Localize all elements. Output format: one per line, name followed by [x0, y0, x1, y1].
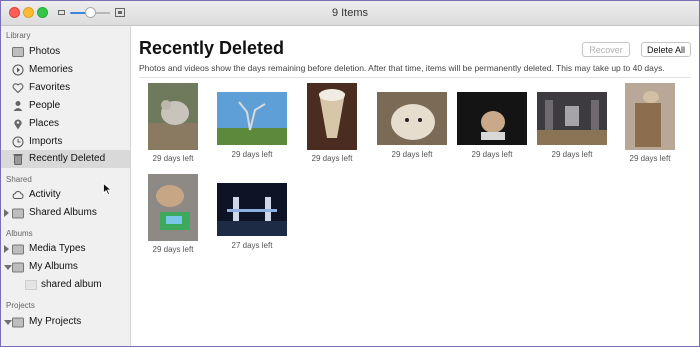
- photo-thumbnail[interactable]: [625, 83, 675, 150]
- folder-icon: [12, 208, 24, 219]
- sidebar-item-photos[interactable]: Photos: [1, 43, 130, 61]
- folder-icon: [12, 244, 24, 255]
- sidebar-item-label: Recently Deleted: [29, 153, 106, 164]
- days-left-label: 29 days left: [551, 150, 593, 159]
- sidebar-item-label: Media Types: [29, 243, 86, 254]
- sidebar-item-label: Shared Albums: [29, 207, 97, 218]
- trash-icon: [13, 154, 23, 165]
- description-text: Photos and videos show the days remainin…: [139, 63, 665, 73]
- folder-icon: [12, 262, 24, 273]
- photo-thumbnail[interactable]: [537, 92, 607, 145]
- disclosure-triangle-icon[interactable]: [4, 209, 9, 217]
- sidebar-item-shared-album[interactable]: shared album: [1, 276, 130, 294]
- sidebar-item-my-albums[interactable]: My Albums: [1, 258, 130, 276]
- photo-thumbnail[interactable]: [457, 92, 527, 145]
- recover-button[interactable]: Recover: [582, 42, 630, 57]
- section-projects: Projects: [6, 301, 35, 310]
- sidebar-item-media-types[interactable]: Media Types: [1, 240, 130, 258]
- sidebar-item-my-projects[interactable]: My Projects: [1, 313, 130, 331]
- sidebar: Library Photos Memories Favorites People…: [1, 26, 131, 346]
- photos-icon: [12, 47, 24, 57]
- photos-window: 9 Items Library Photos Memories Favorite…: [0, 0, 700, 347]
- disclosure-triangle-icon[interactable]: [4, 245, 9, 253]
- folder-icon: [12, 317, 24, 328]
- sidebar-item-memories[interactable]: Memories: [1, 61, 130, 79]
- pin-icon: [14, 119, 22, 130]
- section-library: Library: [6, 31, 31, 40]
- days-left-label: 29 days left: [629, 154, 671, 163]
- days-left-label: 29 days left: [152, 245, 194, 254]
- disclosure-triangle-icon[interactable]: [4, 320, 12, 325]
- photo-thumbnail[interactable]: [217, 92, 287, 145]
- window-title: 9 Items: [331, 7, 369, 19]
- sidebar-item-label: Places: [29, 118, 60, 129]
- photo-thumbnail[interactable]: [148, 174, 198, 241]
- sidebar-item-label: Imports: [29, 136, 63, 147]
- clock-icon: [12, 136, 24, 148]
- page-title: Recently Deleted: [139, 38, 285, 58]
- sidebar-item-label: Photos: [29, 46, 61, 57]
- sidebar-item-recently-deleted[interactable]: Recently Deleted: [1, 150, 130, 168]
- delete-all-button[interactable]: Delete All: [641, 42, 691, 57]
- sidebar-item-label: Favorites: [29, 82, 71, 93]
- cloud-icon: [12, 190, 24, 199]
- photo-thumbnail[interactable]: [307, 83, 357, 150]
- divider: [139, 77, 691, 78]
- sidebar-item-imports[interactable]: Imports: [1, 133, 130, 151]
- section-shared: Shared: [6, 175, 32, 184]
- sidebar-item-label: shared album: [41, 279, 102, 290]
- section-albums: Albums: [6, 229, 33, 238]
- days-left-label: 29 days left: [391, 150, 433, 159]
- photo-thumbnail[interactable]: [217, 183, 287, 236]
- days-left-label: 29 days left: [311, 154, 353, 163]
- title-bar: 9 Items: [1, 1, 699, 26]
- sidebar-item-activity[interactable]: Activity: [1, 186, 130, 204]
- sidebar-item-label: My Albums: [29, 261, 78, 272]
- days-left-label: 29 days left: [231, 150, 273, 159]
- sidebar-item-favorites[interactable]: Favorites: [1, 79, 130, 97]
- person-icon: [13, 101, 23, 111]
- days-left-label: 27 days left: [231, 241, 273, 250]
- photo-thumbnail[interactable]: [377, 92, 447, 145]
- album-thumbnail-icon: [25, 280, 37, 290]
- memories-icon: [12, 64, 24, 76]
- sidebar-item-people[interactable]: People: [1, 97, 130, 115]
- sidebar-item-shared-albums[interactable]: Shared Albums: [1, 204, 130, 222]
- sidebar-item-label: Memories: [29, 64, 73, 75]
- sidebar-item-label: People: [29, 100, 61, 111]
- main-content: Recently Deleted Recover Delete All Phot…: [131, 26, 699, 346]
- heart-icon: [12, 83, 24, 94]
- sidebar-item-label: My Projects: [29, 316, 82, 327]
- days-left-label: 29 days left: [471, 150, 513, 159]
- photo-thumbnail[interactable]: [148, 83, 198, 150]
- sidebar-item-label: Activity: [29, 189, 61, 200]
- disclosure-triangle-icon[interactable]: [4, 265, 12, 270]
- sidebar-item-places[interactable]: Places: [1, 115, 130, 133]
- days-left-label: 29 days left: [152, 154, 194, 163]
